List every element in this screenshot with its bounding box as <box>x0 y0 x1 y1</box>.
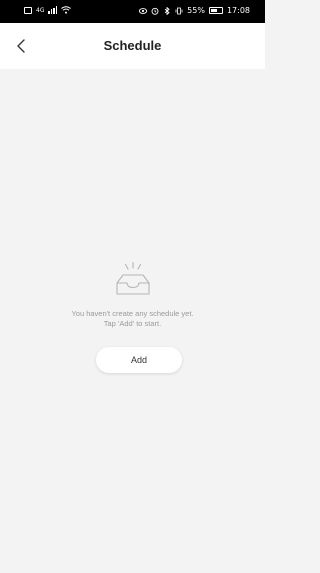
add-button[interactable]: Add <box>96 347 182 373</box>
battery-percent: 55% <box>187 6 205 15</box>
app-header: Schedule <box>0 23 265 69</box>
page-title: Schedule <box>103 38 162 53</box>
status-time: 17:08 <box>226 6 250 15</box>
status-bar: 4G 55% 17:08 <box>0 0 265 23</box>
sim-card-icon <box>24 6 32 14</box>
empty-message-line-2: Tap 'Add' to start. <box>103 319 162 328</box>
empty-message: You haven't create any schedule yet. Tap… <box>0 309 265 329</box>
alarm-icon <box>151 7 159 15</box>
battery-icon <box>208 7 223 14</box>
bluetooth-icon <box>164 6 170 15</box>
wifi-icon <box>61 6 72 14</box>
status-left: 4G <box>24 6 72 14</box>
empty-state: You haven't create any schedule yet. Tap… <box>0 262 265 329</box>
vibrate-icon <box>175 7 183 14</box>
status-right: 55% 17:08 <box>139 6 250 15</box>
network-type-label: 4G <box>36 6 45 14</box>
empty-message-line-1: You haven't create any schedule yet. <box>71 309 194 318</box>
eye-icon <box>139 7 148 14</box>
cellular-signal-icon <box>48 6 58 14</box>
empty-inbox-icon <box>115 262 150 295</box>
